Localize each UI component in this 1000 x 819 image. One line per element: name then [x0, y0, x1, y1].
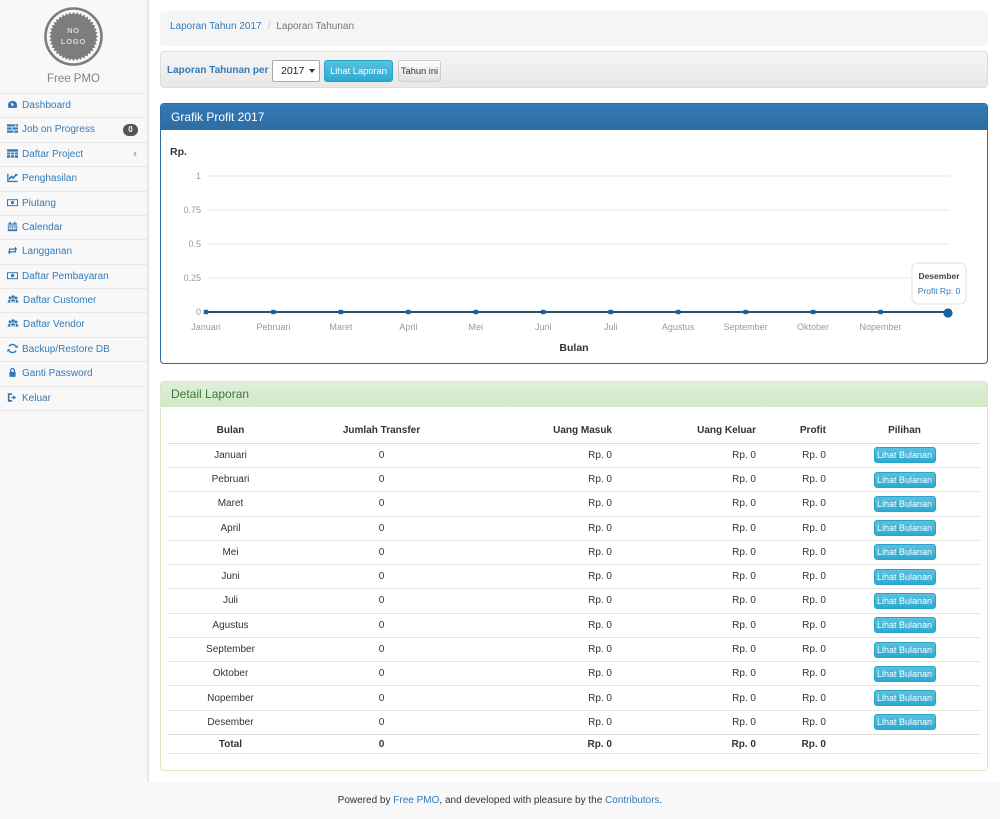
svg-text:Desember: Desember — [918, 271, 960, 281]
svg-text:Profit Rp: 0: Profit Rp: 0 — [918, 286, 961, 296]
svg-text:0.5: 0.5 — [188, 239, 201, 249]
svg-text:Nopember: Nopember — [859, 322, 901, 332]
svg-text:September: September — [724, 322, 768, 332]
svg-text:0.25: 0.25 — [183, 273, 201, 283]
svg-text:Agustus: Agustus — [662, 322, 695, 332]
svg-text:Juni: Juni — [535, 322, 552, 332]
svg-text:LOGO: LOGO — [61, 37, 86, 46]
svg-text:Bulan: Bulan — [559, 342, 588, 354]
svg-text:April: April — [399, 322, 417, 332]
svg-text:1: 1 — [196, 171, 201, 181]
svg-text:0: 0 — [196, 307, 201, 317]
svg-text:Maret: Maret — [329, 322, 353, 332]
svg-text:Mei: Mei — [469, 322, 484, 332]
svg-text:Juli: Juli — [604, 322, 618, 332]
svg-text:0.75: 0.75 — [183, 205, 201, 215]
svg-text:Rp.: Rp. — [170, 146, 187, 158]
svg-text:Oktober: Oktober — [797, 322, 829, 332]
svg-text:Januari: Januari — [191, 322, 221, 332]
svg-text:NO: NO — [67, 26, 80, 35]
svg-text:Pebruari: Pebruari — [256, 322, 290, 332]
